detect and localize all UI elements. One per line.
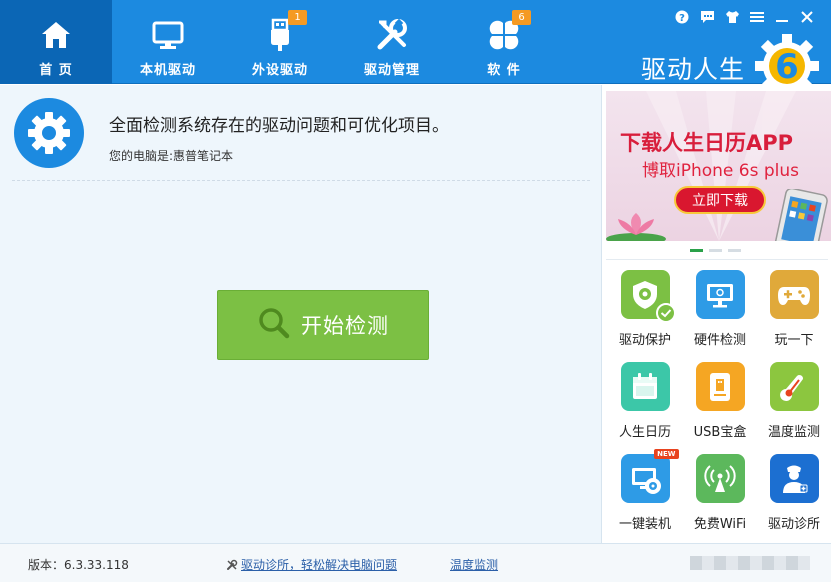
tool-label: 驱动诊所: [767, 517, 820, 532]
tools-icon: [375, 18, 409, 52]
start-scan-button[interactable]: 开始检测: [217, 290, 429, 360]
tool-label: 温度监测: [767, 425, 820, 440]
nav-peripheral-driver[interactable]: 外设驱动 1: [224, 0, 336, 84]
software-badge: 6: [512, 10, 531, 25]
tool-driver-clinic[interactable]: 驱动诊所: [756, 447, 831, 541]
feedback-icon[interactable]: [699, 9, 715, 25]
peripheral-badge: 1: [288, 10, 307, 25]
brand-name: 驱动人生: [640, 55, 745, 84]
shield-gear-icon: [620, 270, 676, 323]
menu-icon[interactable]: [749, 9, 765, 25]
nav-local-driver-label: 本机驱动: [139, 63, 196, 78]
nav-software[interactable]: 软 件 6: [448, 0, 560, 84]
tool-label: 人生日历: [618, 425, 671, 440]
banner-pager: [690, 249, 741, 252]
nav-driver-management-label: 驱动管理: [363, 63, 420, 78]
brand-logo-digit: 6: [775, 47, 799, 87]
close-icon[interactable]: [799, 9, 815, 25]
start-scan-label: 开始检测: [301, 314, 389, 338]
lotus-icon: [606, 213, 666, 241]
nav-software-label: 软 件: [487, 63, 521, 78]
banner-subtitle: 博取iPhone 6s plus: [642, 161, 800, 181]
banner-title: 下载人生日历APP: [620, 131, 794, 155]
side-panel: 下载人生日历APP 博取iPhone 6s plus 立即下载 驱动保护 硬件检…: [601, 85, 831, 543]
tool-play[interactable]: 玩一下: [756, 263, 831, 357]
main-panel: 全面检测系统存在的驱动问题和可优化项目。 您的电脑是: 惠普笔记本 开始检测: [0, 85, 601, 543]
side-divider: [606, 259, 828, 260]
calendar-icon: [620, 362, 670, 411]
banner-download-button[interactable]: 立即下载: [674, 186, 766, 214]
tool-label: 免费WiFi: [693, 517, 747, 532]
nav-local-driver[interactable]: 本机驱动: [112, 0, 224, 84]
help-icon[interactable]: ?: [674, 9, 690, 25]
page-headline: 全面检测系统存在的驱动问题和可优化项目。: [109, 116, 449, 136]
brand-logo: 6: [753, 32, 825, 88]
tool-life-calendar[interactable]: 人生日历: [607, 355, 683, 449]
phone-icon: [774, 189, 828, 241]
pc-info-name: 惠普笔记本: [173, 149, 234, 163]
tool-usb-box[interactable]: USB宝盒: [682, 355, 758, 449]
ad-banner[interactable]: 下载人生日历APP 博取iPhone 6s plus 立即下载: [606, 91, 831, 241]
monitor-icon: [151, 18, 185, 52]
divider: [12, 180, 590, 181]
pc-info-label: 您的电脑是:: [109, 149, 174, 163]
install-disc-icon: NEW: [620, 449, 679, 503]
blurred-area: [690, 556, 810, 570]
usb-box-icon: [695, 362, 745, 411]
wrench-icon: [227, 559, 238, 570]
tool-one-click-install[interactable]: NEW 一键装机: [607, 447, 683, 541]
svg-text:?: ?: [679, 13, 685, 24]
wifi-icon: [695, 454, 745, 503]
doctor-icon: [769, 454, 819, 503]
tool-driver-protect[interactable]: 驱动保护: [607, 263, 683, 357]
banner-dot-1[interactable]: [690, 249, 703, 252]
new-tag: NEW: [654, 449, 679, 459]
window-controls: ?: [674, 9, 815, 25]
driver-clinic-link[interactable]: 驱动诊所，轻松解决电脑问题: [226, 556, 397, 573]
nav-peripheral-driver-label: 外设驱动: [251, 63, 308, 78]
monitor-check-icon: [695, 270, 745, 319]
tool-label: USB宝盒: [693, 425, 747, 440]
minimize-icon[interactable]: [774, 9, 790, 25]
temperature-link[interactable]: 温度监测: [450, 556, 498, 573]
status-bar: 版本：6.3.33.118 驱动诊所，轻松解决电脑问题 温度监测: [0, 543, 831, 582]
tool-label: 硬件检测: [693, 333, 746, 348]
gamepad-icon: [769, 270, 819, 319]
thermometer-icon: [769, 362, 819, 411]
top-bar: 首 页 本机驱动 外设驱动 1 驱动管理 软 件 6 ? 驱动人生 6: [0, 0, 831, 88]
settings-gear-icon: [14, 98, 84, 168]
banner-dot-3[interactable]: [728, 249, 741, 252]
tool-free-wifi[interactable]: 免费WiFi: [682, 447, 758, 541]
nav-driver-management[interactable]: 驱动管理: [336, 0, 448, 84]
tool-label: 驱动保护: [618, 333, 671, 348]
pc-info: 您的电脑是: 惠普笔记本: [109, 147, 233, 164]
banner-dot-2[interactable]: [709, 249, 722, 252]
nav-home[interactable]: 首 页: [0, 0, 112, 84]
check-badge-icon: [655, 303, 676, 323]
tool-label: 玩一下: [774, 333, 814, 348]
skin-icon[interactable]: [724, 9, 740, 25]
main-nav: 首 页 本机驱动 外设驱动 1 驱动管理 软 件 6: [0, 0, 560, 84]
home-icon: [39, 18, 73, 52]
search-icon: [257, 306, 291, 344]
tool-temperature[interactable]: 温度监测: [756, 355, 831, 449]
version-text: 版本：6.3.33.118: [28, 558, 129, 572]
tool-hardware-check[interactable]: 硬件检测: [682, 263, 758, 357]
nav-home-label: 首 页: [39, 63, 73, 78]
driver-clinic-link-text: 驱动诊所，轻松解决电脑问题: [241, 558, 398, 572]
tool-label: 一键装机: [618, 517, 671, 532]
